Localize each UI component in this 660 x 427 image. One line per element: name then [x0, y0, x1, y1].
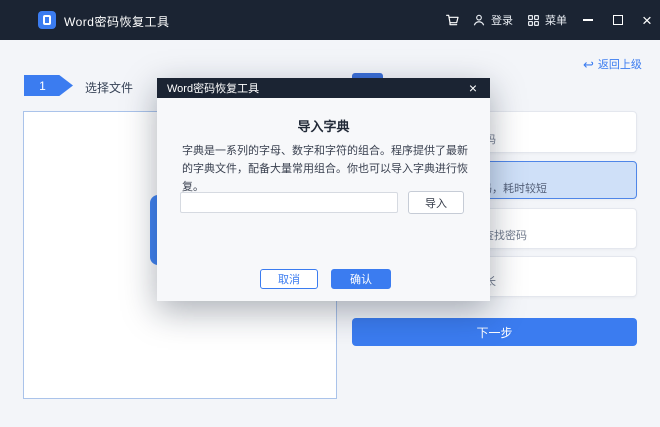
- dialog-close-button[interactable]: ×: [464, 78, 482, 98]
- import-button[interactable]: 导入: [408, 191, 464, 214]
- back-arrow-icon: ↩: [583, 56, 594, 72]
- menu-button[interactable]: 菜单: [527, 0, 567, 40]
- card-2-text: 码，耗时较短: [481, 183, 547, 195]
- close-button[interactable]: ×: [634, 0, 660, 40]
- import-dictionary-dialog: Word密码恢复工具 × 导入字典 字典是一系列的字母、数字和字符的组合。程序提…: [157, 78, 490, 301]
- dialog-title: Word密码恢复工具: [167, 83, 260, 95]
- minimize-icon: [583, 19, 593, 21]
- app-window: Word密码恢复工具 登录 菜单 × 1 选择文件 ↩ 返回上级 码 码，耗时较…: [0, 0, 660, 427]
- dialog-titlebar: Word密码恢复工具 ×: [157, 78, 490, 98]
- dialog-close-icon: ×: [468, 80, 478, 96]
- back-link-label: 返回上级: [597, 59, 642, 71]
- step-1-label: 选择文件: [85, 81, 134, 95]
- user-icon: [473, 14, 485, 26]
- maximize-button[interactable]: [605, 0, 631, 40]
- close-icon: ×: [642, 10, 652, 30]
- back-to-parent-link[interactable]: ↩ 返回上级: [583, 56, 642, 72]
- cancel-button[interactable]: 取消: [260, 269, 318, 289]
- dictionary-path-input[interactable]: [180, 192, 398, 213]
- cart-icon[interactable]: [444, 12, 460, 28]
- step-1-badge: 1: [24, 75, 73, 96]
- dialog-heading: 导入字典: [297, 119, 350, 134]
- dialog-description: 字典是一系列的字母、数字和字符的组合。程序提供了最新的字典文件，配备大量常用组合…: [182, 145, 468, 194]
- minimize-button[interactable]: [575, 0, 601, 40]
- grid-menu-icon: [528, 14, 539, 26]
- menu-label: 菜单: [545, 15, 567, 27]
- next-step-button[interactable]: 下一步: [352, 318, 637, 346]
- maximize-icon: [613, 15, 623, 25]
- login-label: 登录: [491, 15, 513, 27]
- confirm-button[interactable]: 确认: [331, 269, 391, 289]
- titlebar: Word密码恢复工具 登录 菜单 ×: [0, 0, 660, 40]
- app-title: Word密码恢复工具: [64, 15, 170, 29]
- login-button[interactable]: 登录: [472, 0, 513, 40]
- app-icon: [38, 11, 56, 29]
